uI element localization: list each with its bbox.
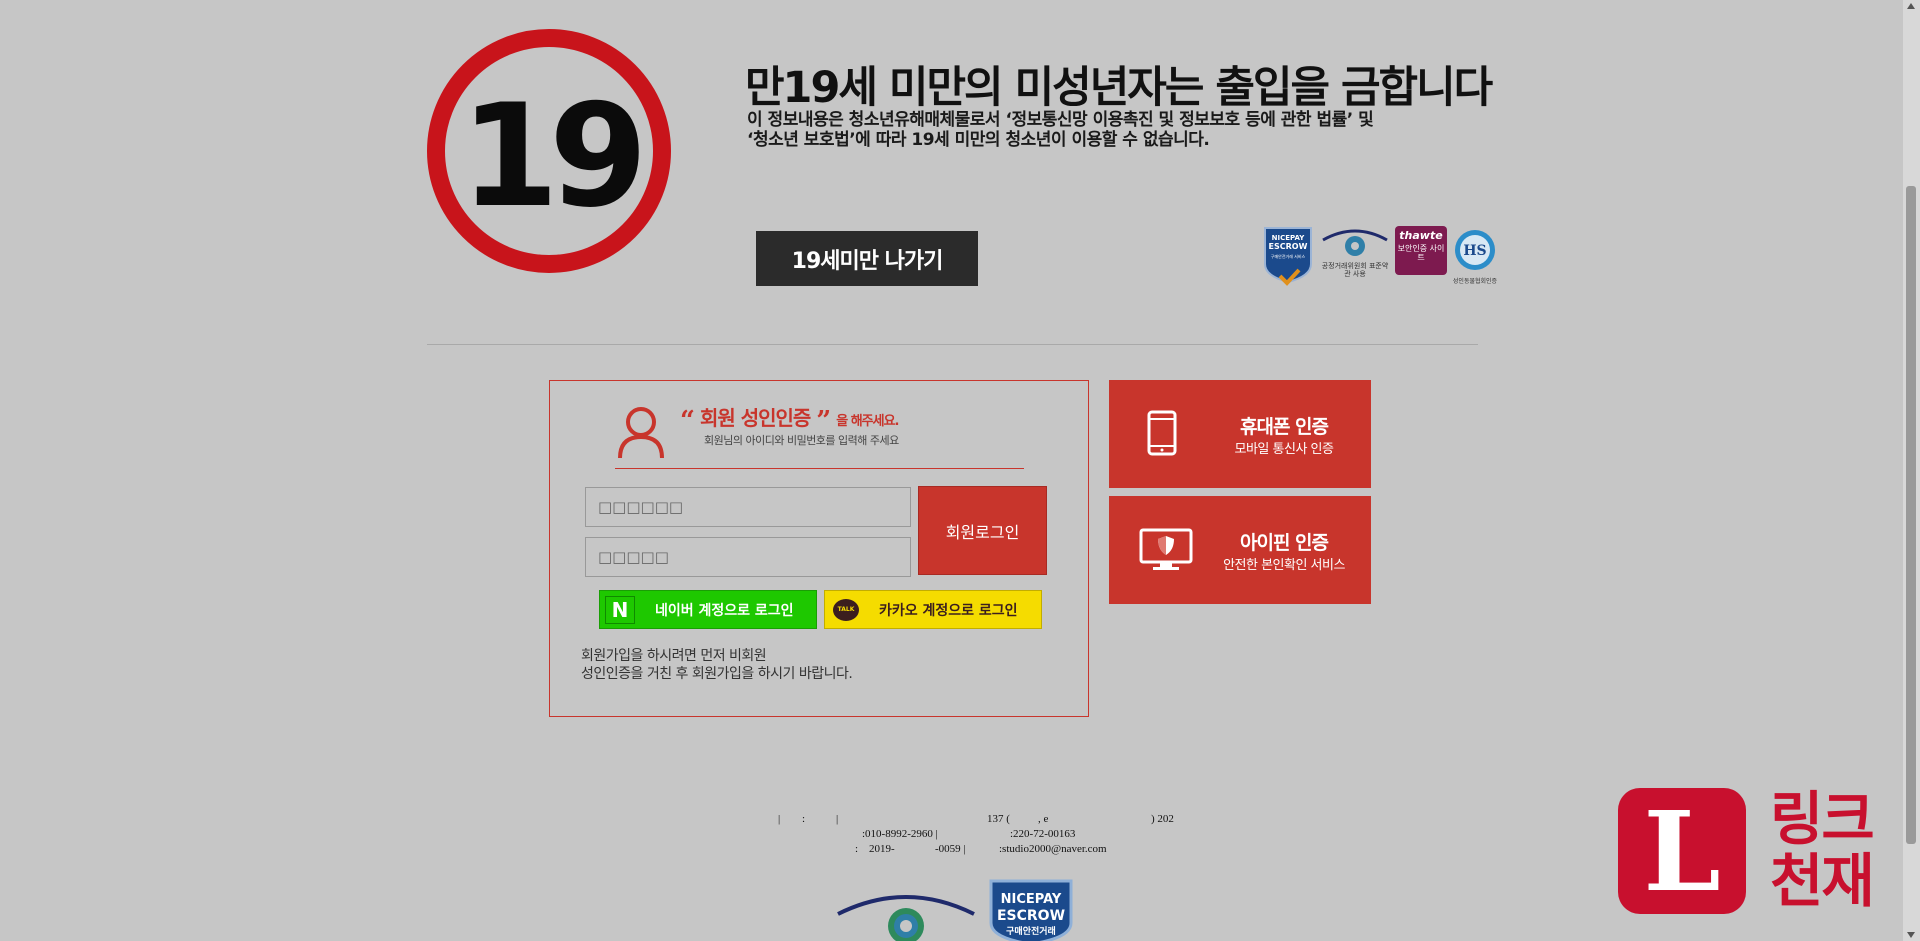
footer-seg-2: : — [802, 813, 806, 825]
footer-registration-a: : — [855, 843, 859, 855]
section-divider — [427, 344, 1478, 345]
thawte-caption: 보안인증 사이트 — [1397, 244, 1445, 262]
naver-login-button[interactable]: N 네이버 계정으로 로그인 — [599, 590, 817, 629]
warning-description: 이 정보내용은 청소년유해매체물로서 ‘정보통신망 이용촉진 및 정보보호 등에… — [747, 110, 1447, 150]
nicepay-escrow-badge: NICEPAY ESCROW 구매안전거래 서비스 — [1264, 227, 1312, 286]
scroll-up-arrow-icon[interactable] — [1907, 3, 1915, 9]
nice-line-3: 구매안전거래 서비스 — [1271, 253, 1306, 259]
kakao-talk-icon: TALK — [833, 598, 859, 621]
age-badge-number: 19 — [460, 73, 648, 239]
footer-business-number: :220-72-00163 — [1010, 828, 1076, 840]
phone-verification-button[interactable]: 휴대폰 인증 모바일 통신사 인증 — [1109, 380, 1371, 488]
login-title-underline — [615, 468, 1024, 469]
vertical-scrollbar[interactable] — [1903, 0, 1920, 941]
under-19-exit-button[interactable]: 19세미만 나가기 — [756, 231, 978, 286]
certification-badges: NICEPAY ESCROW 구매안전거래 서비스 공정거래위원회 표준약관 사… — [1262, 226, 1498, 288]
login-title: “ 회원 성인인증 ” 을 해주세요. — [680, 402, 899, 436]
footer-seg-1: | — [778, 813, 781, 825]
watermark-text: 링크 천재 — [1770, 788, 1890, 912]
ipin-verification-title: 아이핀 인증 — [1239, 532, 1329, 554]
phone-verification-title: 휴대폰 인증 — [1239, 416, 1329, 438]
footer-registration-b: 2019- — [869, 843, 895, 855]
watermark-line-2: 천재 — [1770, 847, 1875, 915]
age-19-badge: 19 — [427, 29, 671, 273]
ftc-standard-terms-badge: 공정거래위원회 표준약관 사용 — [1320, 226, 1390, 288]
login-title-text: 회원 성인인증 — [699, 406, 811, 430]
scroll-down-arrow-icon[interactable] — [1907, 932, 1915, 938]
member-login-button[interactable]: 회원로그인 — [918, 486, 1047, 575]
naver-logo-icon: N — [605, 595, 635, 624]
nice-line-2: ESCROW — [1269, 242, 1308, 251]
footer-cert-logos: NICEPAY ESCROW 구매안전거래 — [836, 878, 1076, 941]
footer-nice-line-1: NICEPAY — [1001, 892, 1062, 907]
user-icon — [618, 407, 664, 459]
footer-email: :studio2000@naver.com — [999, 843, 1107, 855]
footer-address-b: , e — [1038, 813, 1049, 825]
ftc-caption: 공정거래위원회 표준약관 사용 — [1321, 262, 1389, 278]
hs-cert-badge: HS 성인동물협회인증 — [1452, 226, 1498, 288]
phone-verification-subtitle: 모바일 통신사 인증 — [1234, 442, 1334, 457]
footer-nice-line-2: ESCROW — [997, 908, 1065, 924]
link-genius-watermark: L 링크 천재 — [1618, 787, 1898, 916]
signup-note: 회원가입을 하시려면 먼저 비회원 성인인증을 거친 후 회원가입을 하시기 바… — [581, 647, 1001, 683]
ftc-eye-icon — [1322, 229, 1388, 256]
hs-mark-icon: HS — [1455, 230, 1495, 270]
watermark-logo-icon: L — [1618, 787, 1746, 916]
signup-note-line-2: 성인인증을 거친 후 회원가입을 하시기 바랍니다. — [581, 666, 853, 682]
login-subtitle: 회원님의 아이디와 비밀번호를 입력해 주세요 — [704, 434, 899, 447]
warning-line-1: 이 정보내용은 청소년유해매체물로서 ‘정보통신망 이용촉진 및 정보보호 등에… — [747, 110, 1374, 130]
warning-line-2: ‘청소년 보호법’에 따라 19세 미만의 청소년이 이용할 수 없습니다. — [747, 130, 1210, 150]
naver-login-label: 네이버 계정으로 로그인 — [655, 602, 794, 619]
thawte-security-badge: thawte 보안인증 사이트 — [1395, 226, 1447, 275]
footer-phone: :010-8992-2960 | — [862, 828, 938, 840]
footer-nice-line-3: 구매안전거래 — [1006, 925, 1056, 937]
footer-registration-c: -0059 | — [935, 843, 966, 855]
watermark-line-1: 링크 — [1770, 785, 1875, 853]
login-title-suffix: 을 해주세요. — [836, 414, 899, 429]
signup-note-line-1: 회원가입을 하시려면 먼저 비회원 — [581, 648, 767, 664]
member-password-input[interactable] — [585, 537, 911, 577]
footer-seg-3: | — [836, 813, 839, 825]
member-id-input[interactable] — [585, 487, 911, 527]
hs-mark: HS — [1463, 243, 1486, 259]
footer-ftc-logo-icon — [837, 895, 975, 941]
ipin-verification-button[interactable]: 아이핀 인증 안전한 본인확인 서비스 — [1109, 496, 1371, 604]
nice-line-1: NICEPAY — [1272, 234, 1306, 242]
login-title-open-quote: “ — [680, 406, 695, 436]
scroll-thumb[interactable] — [1906, 186, 1916, 844]
monitor-shield-icon — [1139, 528, 1193, 570]
footer-address-c: ) 202 — [1151, 813, 1174, 825]
kakao-login-button[interactable]: TALK 카카오 계정으로 로그인 — [824, 590, 1042, 629]
warning-title: 만19세 미만의 미성년자는 출입을 금합니다 — [745, 63, 1493, 113]
hs-caption: 성인동물협회인증 — [1452, 278, 1498, 285]
footer-nicepay-escrow-logo: NICEPAY ESCROW 구매안전거래 — [989, 879, 1073, 941]
kakao-login-label: 카카오 계정으로 로그인 — [879, 602, 1018, 619]
ipin-verification-subtitle: 안전한 본인확인 서비스 — [1223, 558, 1345, 573]
footer-address-a: 137 ( — [987, 813, 1010, 825]
thawte-brand: thawte — [1399, 229, 1443, 242]
mobile-phone-icon — [1147, 410, 1177, 456]
